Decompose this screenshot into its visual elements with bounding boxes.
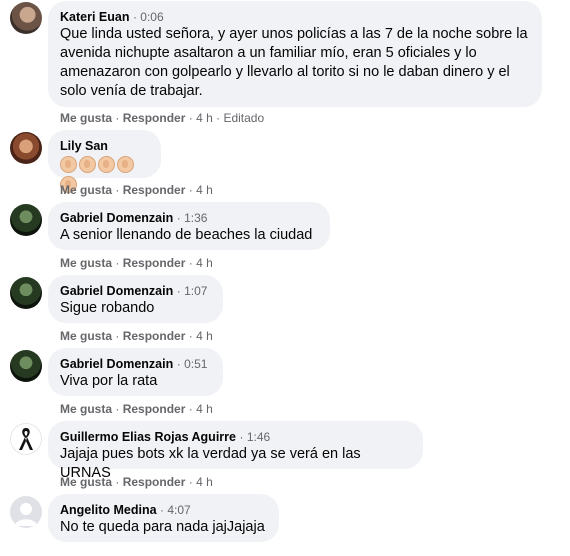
comment-author[interactable]: Guillermo Elias Rojas Aguirre: [60, 430, 236, 444]
like-button[interactable]: Me gusta: [60, 111, 112, 125]
like-button[interactable]: Me gusta: [60, 402, 112, 416]
comment-bubble: Lily San 👏👏👏👏👏: [48, 130, 161, 193]
reply-button[interactable]: Responder: [123, 475, 186, 489]
comment-timestamp[interactable]: 0:06: [140, 10, 163, 24]
avatar[interactable]: [10, 350, 42, 382]
like-button[interactable]: Me gusta: [60, 256, 112, 270]
comment-age[interactable]: 4 h: [196, 475, 213, 489]
comment-bubble: Gabriel Domenzain · 0:51 Viva por la rat…: [48, 348, 223, 396]
default-profile-icon: [15, 503, 37, 526]
comment-text: Viva por la rata: [60, 373, 158, 389]
avatar[interactable]: [10, 277, 42, 309]
comment-timestamp[interactable]: 1:46: [247, 430, 270, 444]
reply-button[interactable]: Responder: [123, 183, 186, 197]
comment-timestamp[interactable]: 1:07: [184, 284, 207, 298]
comment-author[interactable]: Lily San: [60, 139, 108, 153]
comment-bubble: Gabriel Domenzain · 1:36 A senior llenan…: [48, 202, 330, 250]
comment-actions: Me gusta · Responder · 4 h: [60, 329, 213, 343]
like-button[interactable]: Me gusta: [60, 329, 112, 343]
comment-age[interactable]: 4 h: [196, 111, 213, 125]
avatar[interactable]: [10, 132, 42, 164]
mourning-ribbon-icon: [19, 428, 33, 450]
comment-bubble: Angelito Medina · 4:07 No te queda para …: [48, 494, 279, 542]
comment-author[interactable]: Kateri Euan: [60, 10, 129, 24]
edited-label[interactable]: Editado: [223, 111, 264, 125]
comment-text: A senior llenando de beaches la ciudad: [60, 227, 313, 243]
reply-button[interactable]: Responder: [123, 329, 186, 343]
comment-author[interactable]: Angelito Medina: [60, 503, 157, 517]
reply-button[interactable]: Responder: [123, 111, 186, 125]
comment-age[interactable]: 4 h: [196, 183, 213, 197]
comment-bubble: Kateri Euan · 0:06 Que linda usted señor…: [48, 1, 542, 107]
comment-age[interactable]: 4 h: [196, 329, 213, 343]
comment-actions: Me gusta · Responder · 4 h: [60, 183, 213, 197]
avatar[interactable]: [10, 204, 42, 236]
comment-author[interactable]: Gabriel Domenzain: [60, 211, 173, 225]
comment-actions: Me gusta · Responder · 4 h: [60, 402, 213, 416]
reply-button[interactable]: Responder: [123, 256, 186, 270]
comment-age[interactable]: 4 h: [196, 256, 213, 270]
avatar[interactable]: [10, 2, 42, 34]
avatar[interactable]: [10, 496, 42, 528]
comment-bubble: Gabriel Domenzain · 1:07 Sigue robando: [48, 275, 223, 323]
avatar[interactable]: [10, 423, 42, 455]
clap-icon: [98, 155, 115, 173]
comment-timestamp[interactable]: 0:51: [184, 357, 207, 371]
like-button[interactable]: Me gusta: [60, 475, 112, 489]
comment-author[interactable]: Gabriel Domenzain: [60, 357, 173, 371]
comment-actions: Me gusta · Responder · 4 h: [60, 256, 213, 270]
comment-actions: Me gusta · Responder · 4 h · Editado: [60, 111, 265, 125]
comment-text: Que linda usted señora, y ayer unos poli…: [60, 26, 528, 99]
clap-icon: [60, 155, 77, 173]
comment-actions: Me gusta · Responder · 4 h: [60, 475, 213, 489]
comment-author[interactable]: Gabriel Domenzain: [60, 284, 173, 298]
comment-timestamp[interactable]: 1:36: [184, 211, 207, 225]
clap-icon: [79, 155, 96, 173]
comment-age[interactable]: 4 h: [196, 402, 213, 416]
comment-bubble: Guillermo Elias Rojas Aguirre · 1:46 Jaj…: [48, 421, 423, 481]
comment-text: No te queda para nada jajJajaja: [60, 519, 265, 535]
clap-icon: [117, 155, 134, 173]
comment-timestamp[interactable]: 4:07: [167, 503, 190, 517]
like-button[interactable]: Me gusta: [60, 183, 112, 197]
comment-text: Sigue robando: [60, 300, 155, 316]
reply-button[interactable]: Responder: [123, 402, 186, 416]
